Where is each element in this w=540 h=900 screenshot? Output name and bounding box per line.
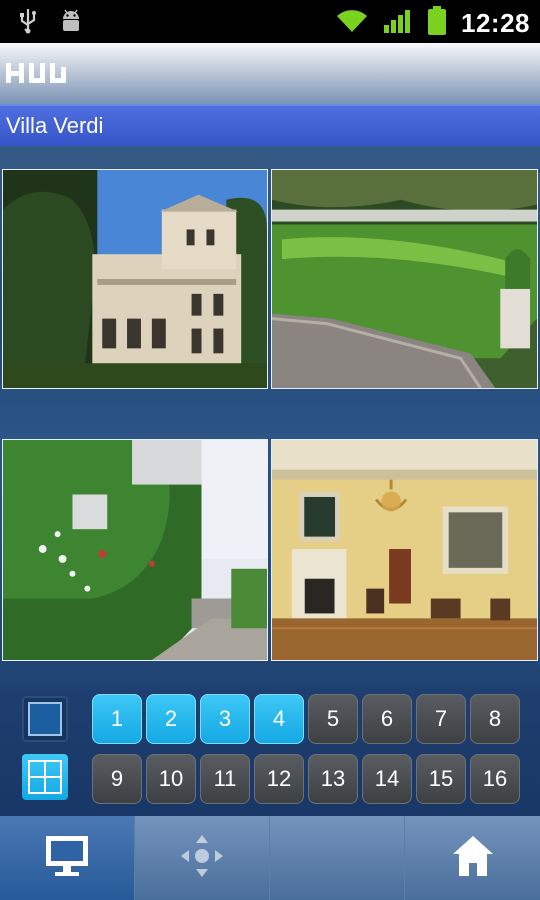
ptz-dpad-icon xyxy=(178,832,226,885)
camera-view-3[interactable] xyxy=(2,439,268,661)
battery-icon xyxy=(427,6,447,41)
camera-view-1[interactable] xyxy=(2,169,268,389)
channel-button-10[interactable]: 10 xyxy=(146,754,196,804)
nav-ptz[interactable] xyxy=(135,816,270,900)
camera-view-2[interactable] xyxy=(271,169,538,389)
camera-grid xyxy=(0,146,540,686)
channel-button-16[interactable]: 16 xyxy=(470,754,520,804)
channel-button-3[interactable]: 3 xyxy=(200,694,250,744)
usb-icon xyxy=(18,8,38,39)
quad-view-button[interactable] xyxy=(22,754,68,800)
android-debug-icon xyxy=(58,8,84,39)
nav-live-view[interactable] xyxy=(0,816,135,900)
site-title: Villa Verdi xyxy=(6,113,104,138)
channel-button-14[interactable]: 14 xyxy=(362,754,412,804)
nav-home[interactable] xyxy=(405,816,540,900)
hw-logo-icon xyxy=(6,61,76,92)
status-bar: 12:28 xyxy=(0,0,540,43)
home-icon xyxy=(450,833,496,884)
clock: 12:28 xyxy=(461,8,530,38)
single-view-button[interactable] xyxy=(22,696,68,742)
app-header xyxy=(0,43,540,104)
wifi-icon xyxy=(335,8,369,39)
channel-button-4[interactable]: 4 xyxy=(254,694,304,744)
quad-view-icon xyxy=(22,760,68,804)
channel-button-11[interactable]: 11 xyxy=(200,754,250,804)
channel-button-12[interactable]: 12 xyxy=(254,754,304,804)
monitor-icon xyxy=(43,833,91,884)
signal-icon xyxy=(383,8,413,39)
bottom-nav xyxy=(0,816,540,900)
channel-button-7[interactable]: 7 xyxy=(416,694,466,744)
channel-button-15[interactable]: 15 xyxy=(416,754,466,804)
channel-panel: 1 2 3 4 5 6 7 8 9 10 11 12 13 14 15 16 xyxy=(0,686,540,816)
channel-button-8[interactable]: 8 xyxy=(470,694,520,744)
channel-button-2[interactable]: 2 xyxy=(146,694,196,744)
nav-empty[interactable] xyxy=(270,816,405,900)
camera-view-4[interactable] xyxy=(271,439,538,661)
site-title-bar: Villa Verdi xyxy=(0,104,540,146)
channel-button-6[interactable]: 6 xyxy=(362,694,412,744)
single-view-icon xyxy=(22,702,68,746)
channel-button-9[interactable]: 9 xyxy=(92,754,142,804)
channel-button-13[interactable]: 13 xyxy=(308,754,358,804)
channel-button-5[interactable]: 5 xyxy=(308,694,358,744)
channel-button-1[interactable]: 1 xyxy=(92,694,142,744)
